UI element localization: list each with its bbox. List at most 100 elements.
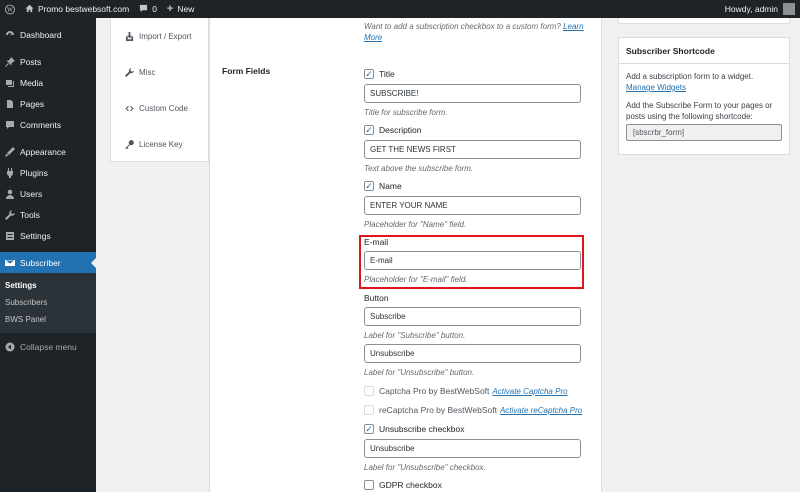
new-label: New: [177, 4, 195, 14]
pages-icon: [4, 98, 16, 110]
captcha-checkbox-row: Captcha Pro by BestWebSoft Activate Capt…: [364, 385, 584, 397]
gdpr-checkbox[interactable]: [364, 480, 374, 490]
account-menu[interactable]: Howdy, admin: [720, 0, 800, 18]
users-icon: [4, 188, 16, 200]
description-checkbox[interactable]: [364, 125, 374, 135]
svg-text:W: W: [7, 7, 13, 13]
home-icon: [25, 4, 34, 15]
sidebar-item-settings[interactable]: Settings: [0, 225, 96, 246]
sidebar-item-users[interactable]: Users: [0, 183, 96, 204]
shortcode-field[interactable]: [sbscrbr_form]: [626, 124, 782, 141]
wrench-icon: [124, 67, 135, 77]
comment-bubble-icon: [139, 4, 148, 15]
sidebar-item-dashboard[interactable]: Dashboard: [0, 24, 96, 45]
tab-misc[interactable]: Misc: [111, 54, 208, 90]
admin-sidebar: Dashboard Posts Media Pages Comments App…: [0, 18, 96, 492]
widget-title: Subscriber Shortcode: [626, 46, 715, 56]
settings-tabs: Import / Export Misc Custom Code License…: [110, 18, 209, 162]
sidebar-item-label: Plugins: [20, 167, 48, 178]
sidebar-item-label: Subscriber: [20, 257, 61, 268]
name-input[interactable]: ENTER YOUR NAME: [364, 196, 581, 215]
title-description: Title for subscribe form.: [364, 108, 448, 117]
tab-label: Misc: [139, 67, 156, 77]
button-label: Button: [364, 293, 389, 303]
sidebar-item-label: Appearance: [20, 146, 66, 157]
description-checkbox-row[interactable]: Description: [364, 124, 584, 136]
unsubscribe-checkbox-row[interactable]: Unsubscribe checkbox: [364, 423, 584, 435]
import-export-icon: [124, 31, 135, 41]
manage-widgets-link[interactable]: Manage Widgets: [626, 83, 686, 92]
name-checkbox-label: Name: [379, 181, 402, 191]
new-content-link[interactable]: + New: [162, 0, 199, 18]
sidebar-item-label: Users: [20, 188, 43, 199]
gdpr-checkbox-row[interactable]: GDPR checkbox: [364, 479, 584, 491]
comments-link[interactable]: 0: [134, 0, 162, 18]
gdpr-checkbox-label: GDPR checkbox: [379, 480, 442, 490]
widget-shortcode-text: Add the Subscribe Form to your pages or …: [626, 101, 773, 121]
name-description: Placeholder for "Name" field.: [364, 220, 467, 229]
title-checkbox-label: Title: [379, 69, 395, 79]
submenu-item-bws-panel[interactable]: BWS Panel: [0, 311, 96, 328]
widget-text-widget: Add a subscription form to a widget. Man…: [619, 64, 789, 93]
sidebar-item-subscriber[interactable]: Subscriber: [0, 252, 96, 273]
collapse-icon: [4, 341, 16, 353]
description-input[interactable]: GET THE NEWS FIRST: [364, 140, 581, 159]
comments-icon: [4, 119, 16, 131]
site-name: Promo bestwebsoft.com: [38, 4, 130, 14]
tools-icon: [4, 209, 16, 221]
appearance-icon: [4, 146, 16, 158]
dashboard-icon: [4, 29, 16, 41]
name-checkbox-row[interactable]: Name: [364, 180, 584, 192]
unsubscribe-checkbox-input[interactable]: Unsubscribe: [364, 439, 581, 458]
wordpress-logo-icon[interactable]: W: [0, 0, 20, 18]
tab-custom-code[interactable]: Custom Code: [111, 90, 208, 126]
subscriber-shortcode-widget: Subscriber Shortcode Add a subscription …: [618, 37, 790, 155]
sidebar-item-posts[interactable]: Posts: [0, 51, 96, 72]
subscribe-button-input[interactable]: Subscribe: [364, 307, 581, 326]
name-checkbox[interactable]: [364, 181, 374, 191]
comments-count: 0: [152, 4, 157, 14]
captcha-checkbox: [364, 386, 374, 396]
captcha-label: Captcha Pro by BestWebSoft: [379, 386, 490, 396]
sidebar-item-label: Settings: [20, 230, 51, 241]
sidebar-item-label: Media: [20, 77, 44, 88]
form-fields-label: Form Fields: [222, 66, 271, 76]
title-checkbox-row[interactable]: Title: [364, 68, 584, 80]
sidebar-item-label: Dashboard: [20, 29, 62, 40]
sidebar-item-appearance[interactable]: Appearance: [0, 141, 96, 162]
tab-import-export[interactable]: Import / Export: [111, 18, 208, 54]
submenu-item-subscribers[interactable]: Subscribers: [0, 294, 96, 311]
custom-form-text: Want to add a subscription checkbox to a…: [364, 22, 561, 31]
widget-intro: Add a subscription form to a widget.: [626, 72, 754, 81]
media-icon: [4, 77, 16, 89]
settings-icon: [4, 230, 16, 242]
widget-top-remnant: [618, 18, 790, 24]
sidebar-item-plugins[interactable]: Plugins: [0, 162, 96, 183]
title-checkbox[interactable]: [364, 69, 374, 79]
sidebar-item-pages[interactable]: Pages: [0, 93, 96, 114]
tab-label: Custom Code: [139, 103, 188, 113]
collapse-menu-button[interactable]: Collapse menu: [0, 336, 96, 357]
sidebar-item-media[interactable]: Media: [0, 72, 96, 93]
activate-captcha-link[interactable]: Activate Captcha Pro: [492, 387, 567, 396]
unsubscribe-checkbox-label: Unsubscribe checkbox: [379, 424, 465, 434]
unsubscribe-checkbox[interactable]: [364, 424, 374, 434]
tab-license-key[interactable]: License Key: [111, 126, 208, 162]
title-input[interactable]: SUBSCRIBE!: [364, 84, 581, 103]
tab-label: License Key: [139, 139, 183, 149]
site-name-link[interactable]: Promo bestwebsoft.com: [20, 0, 134, 18]
subscribe-description: Label for "Subscribe" button.: [364, 331, 466, 340]
sidebar-item-tools[interactable]: Tools: [0, 204, 96, 225]
activate-recaptcha-link[interactable]: Activate reCaptcha Pro: [500, 406, 582, 415]
recaptcha-label: reCaptcha Pro by BestWebSoft: [379, 405, 497, 415]
pin-icon: [4, 56, 16, 68]
sidebar-item-comments[interactable]: Comments: [0, 114, 96, 135]
custom-form-description: Want to add a subscription checkbox to a…: [364, 21, 584, 43]
recaptcha-checkbox-row: reCaptcha Pro by BestWebSoft Activate re…: [364, 404, 584, 416]
sidebar-item-label: Tools: [20, 209, 40, 220]
plugins-icon: [4, 167, 16, 179]
submenu-item-settings[interactable]: Settings: [0, 277, 96, 294]
sidebar-item-label: Pages: [20, 98, 45, 109]
sidebar-item-label: Comments: [20, 119, 62, 130]
unsubscribe-button-input[interactable]: Unsubscribe: [364, 344, 581, 363]
